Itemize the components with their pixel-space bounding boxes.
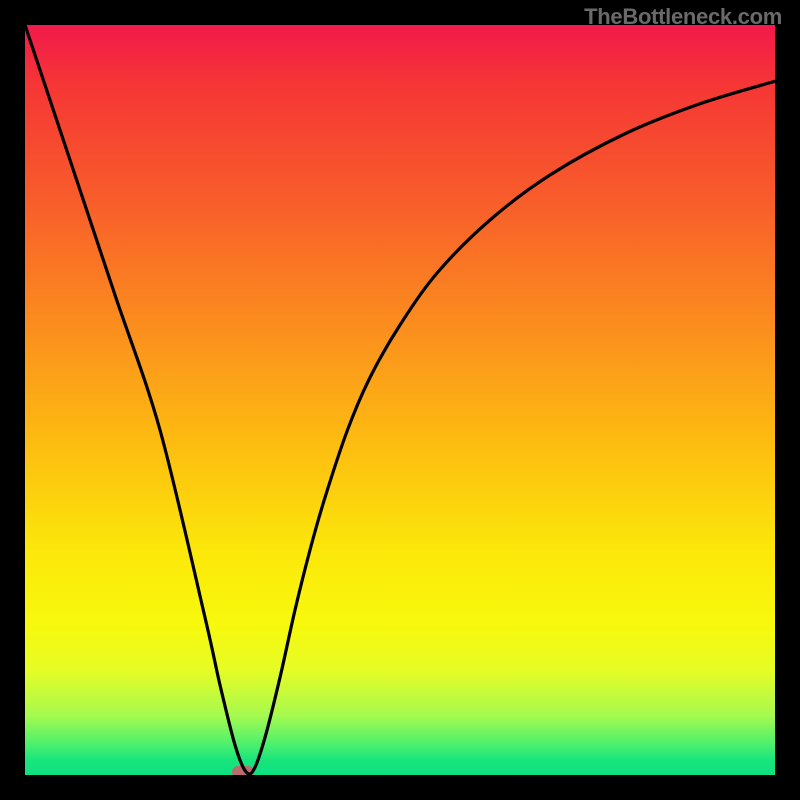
plot-area — [25, 25, 775, 775]
bottleneck-curve — [25, 25, 775, 775]
watermark-text: TheBottleneck.com — [584, 4, 782, 30]
chart-frame: TheBottleneck.com — [0, 0, 800, 800]
